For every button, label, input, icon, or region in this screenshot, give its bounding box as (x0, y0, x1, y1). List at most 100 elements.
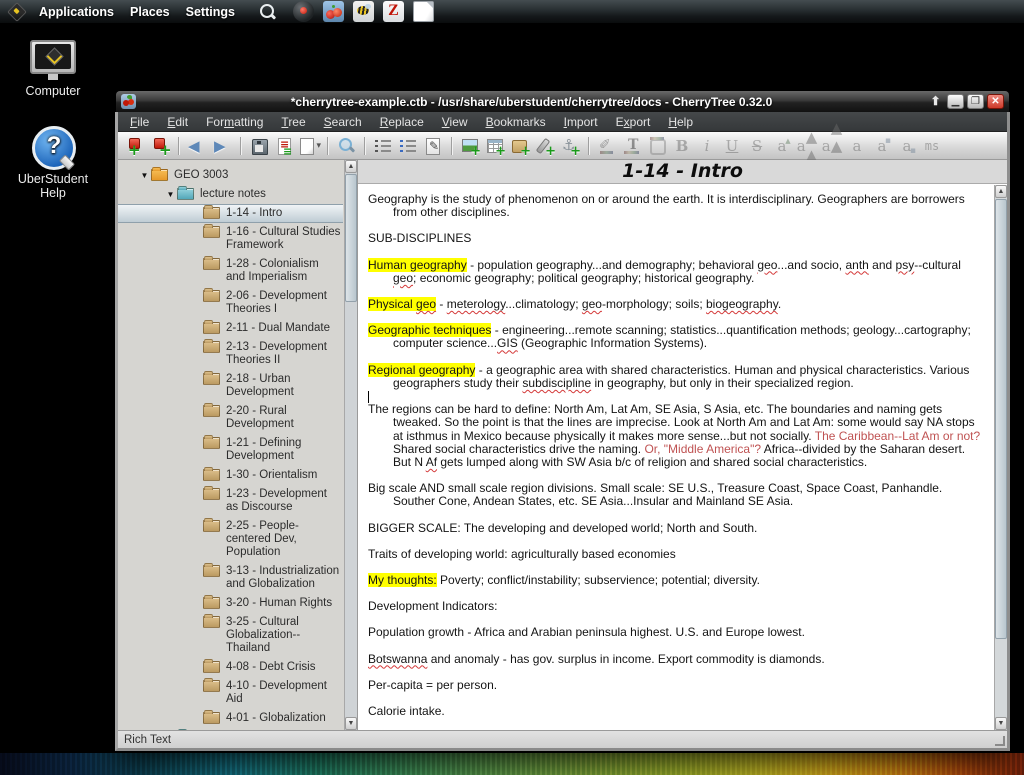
resize-grip[interactable] (995, 736, 1005, 746)
tree-node-2-11-dual-mandate[interactable]: 2-11 - Dual Mandate (118, 319, 343, 338)
tree-node-4-08-debt-crisis[interactable]: 4-08 - Debt Crisis (118, 658, 343, 677)
tree-node-2-20-rural-development[interactable]: 2-20 - Rural Development (118, 402, 343, 434)
go-back-button[interactable] (185, 134, 209, 158)
underline-button[interactable]: U (720, 134, 744, 158)
tree-node-1-14-intro[interactable]: 1-14 - Intro (118, 204, 343, 223)
save-button[interactable] (247, 134, 271, 158)
menu-export[interactable]: Export (607, 113, 660, 131)
tree-node-4-10-development-aid[interactable]: 4-10 - Development Aid (118, 677, 343, 709)
menu-formatting[interactable]: Formatting (197, 113, 272, 131)
tree-node-2-25-people-centered-dev-population[interactable]: 2-25 - People-centered Dev, Population (118, 517, 343, 562)
insert-file-button[interactable] (533, 134, 557, 159)
print-button[interactable]: ▾ (297, 134, 321, 158)
heading-2-button[interactable]: a (795, 134, 819, 158)
menu-import[interactable]: Import (555, 113, 607, 131)
menu-bookmarks[interactable]: Bookmarks (477, 113, 555, 131)
menu-edit[interactable]: Edit (158, 113, 197, 131)
menu-file[interactable]: File (121, 113, 158, 131)
tree-scrollbar[interactable]: ▲ ▼ (344, 160, 357, 730)
desktop-icon-computer[interactable]: Computer (10, 40, 96, 98)
strikethrough-button[interactable]: S (745, 134, 769, 158)
go-forward-button[interactable] (210, 134, 234, 158)
tree-node-2-18-urban-development[interactable]: 2-18 - Urban Development (118, 370, 343, 402)
tree-node-2-13-development-theories-ii[interactable]: 2-13 - Development Theories II (118, 338, 343, 370)
desktop-icon-uberstudent-help[interactable]: UberStudent Help (10, 126, 96, 200)
misspelled-text: psy (895, 257, 915, 272)
tree-node-1-30-orientalism[interactable]: 1-30 - Orientalism (118, 466, 343, 485)
foreground-color-button[interactable] (595, 134, 619, 158)
scroll-down-icon[interactable]: ▼ (995, 717, 1007, 730)
insert-anchor-button[interactable] (558, 134, 582, 159)
scroll-down-icon[interactable]: ▼ (345, 717, 357, 730)
toolbar-separator (240, 136, 241, 155)
insert-image-button[interactable] (458, 134, 482, 159)
italic-button[interactable]: i (695, 134, 719, 158)
editor-scrollbar[interactable]: ▲ ▼ (994, 185, 1007, 730)
tree-node-1-16-cultural-studies-framework[interactable]: 1-16 - Cultural Studies Framework (118, 223, 343, 255)
tree-node-1-23-development-as-discourse[interactable]: 1-23 - Development as Discourse (118, 485, 343, 517)
scroll-up-icon[interactable]: ▲ (345, 160, 357, 173)
panel-menu-settings[interactable]: Settings (178, 2, 243, 22)
tree-node-label: 2-25 - People-centered Dev, Population (226, 520, 299, 558)
computer-icon-stand (48, 74, 58, 80)
tree-node-4-01-globalization[interactable]: 4-01 - Globalization (118, 709, 343, 728)
tree-node-2-06-development-theories-i[interactable]: 2-06 - Development Theories I (118, 287, 343, 319)
launcher-new-document-icon[interactable] (412, 1, 434, 22)
tree-node-3-20-human-rights[interactable]: 3-20 - Human Rights (118, 594, 343, 613)
small-text-button[interactable]: a (845, 134, 869, 158)
dropdown-caret-icon[interactable]: ▾ (316, 141, 321, 151)
tree-node-3-25-cultural-globalization-thailand[interactable]: 3-25 - Cultural Globalization--Thailand (118, 613, 343, 658)
insert-table-button[interactable] (483, 134, 507, 159)
export-pdf-button[interactable] (272, 134, 296, 158)
text-run: Shared social characteristics drive the … (393, 441, 645, 456)
menu-view[interactable]: View (433, 113, 477, 131)
heading-1-button[interactable]: a (770, 134, 794, 158)
launcher-recorder-icon[interactable] (292, 1, 314, 22)
editor-scrollbar-thumb[interactable] (995, 199, 1007, 639)
tree-node-3-13-industrialization-and-globalization[interactable]: 3-13 - Industrialization and Globalizati… (118, 562, 343, 594)
subscript-button[interactable]: a (895, 134, 919, 158)
scroll-up-icon[interactable]: ▲ (995, 185, 1007, 198)
minimize-button[interactable]: ▁ (947, 94, 964, 109)
monospace-button[interactable]: ms (920, 134, 944, 158)
folder-icon (203, 339, 220, 353)
bulleted-list-button[interactable] (371, 134, 395, 158)
menu-replace[interactable]: Replace (371, 113, 433, 131)
menu-search[interactable]: Search (315, 113, 371, 131)
launcher-zotero-icon[interactable]: Z (382, 1, 404, 22)
menu-tree[interactable]: Tree (272, 113, 314, 131)
collapse-icon[interactable]: ▼ (138, 169, 151, 182)
shade-button[interactable]: ⬆ (927, 94, 944, 109)
tree-scrollbar-thumb[interactable] (345, 174, 357, 302)
tree-node-lecture-notes[interactable]: ▼ lecture notes (118, 185, 343, 204)
find-in-nodes-button[interactable] (334, 134, 358, 158)
add-subnode-button[interactable] (148, 134, 172, 159)
window-titlebar[interactable]: *cherrytree-example.ctb - /usr/share/ube… (115, 90, 1010, 112)
editor-text-area[interactable]: Geography is the study of phenomenon on … (358, 184, 1007, 730)
cherrytree-window: *cherrytree-example.ctb - /usr/share/ube… (115, 90, 1010, 751)
panel-menu-applications[interactable]: Applications (31, 2, 122, 22)
launcher-cherrytree-icon[interactable] (322, 1, 344, 22)
collapse-icon[interactable]: ▼ (164, 188, 177, 201)
insert-codebox-button[interactable] (508, 134, 532, 159)
bold-button[interactable]: B (670, 134, 694, 158)
highlighted-text: My thoughts: (368, 573, 437, 588)
todo-list-button[interactable] (421, 134, 445, 158)
panel-menu-places[interactable]: Places (122, 2, 178, 22)
numbered-list-button[interactable] (396, 134, 420, 158)
launcher-bee-notes-icon[interactable] (352, 1, 374, 22)
add-node-button[interactable] (123, 134, 147, 159)
search-icon[interactable] (257, 2, 277, 22)
background-color-button[interactable] (645, 134, 669, 158)
text-run: Population growth - Africa and Arabian p… (368, 625, 805, 640)
menu-help[interactable]: Help (659, 113, 702, 131)
close-button[interactable]: ✕ (987, 94, 1004, 109)
heading-3-button[interactable]: a (820, 134, 844, 158)
maximize-button[interactable]: ❐ (967, 94, 984, 109)
tree-node-1-28-colonialism-and-imperialism[interactable]: 1-28 - Colonialism and Imperialism (118, 255, 343, 287)
tree-node-geo-3003[interactable]: ▼ GEO 3003 (118, 166, 343, 185)
superscript-button[interactable]: a (870, 134, 894, 158)
distro-logo-icon[interactable] (8, 3, 25, 20)
tree-node-1-21-defining-development[interactable]: 1-21 - Defining Development (118, 434, 343, 466)
text-color-button[interactable] (620, 134, 644, 158)
